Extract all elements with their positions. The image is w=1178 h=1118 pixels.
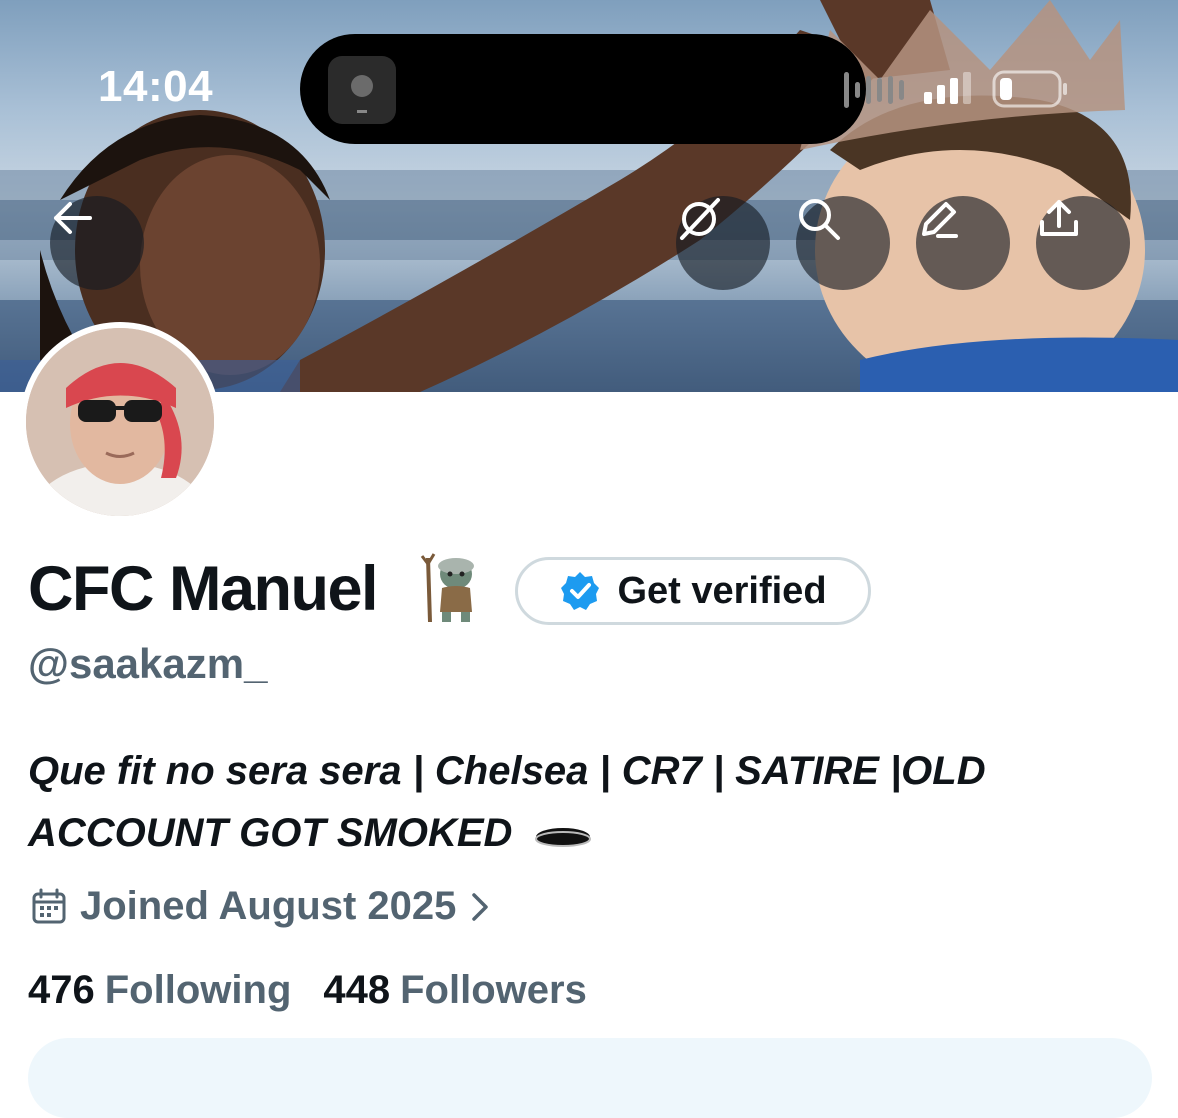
joined-date-row[interactable]: Joined August 2025	[30, 884, 492, 929]
grok-button[interactable]	[676, 196, 770, 290]
promo-card[interactable]	[28, 1038, 1152, 1118]
share-icon	[1040, 200, 1078, 236]
edit-button[interactable]	[916, 196, 1010, 290]
profile-avatar[interactable]	[20, 322, 220, 522]
following-count: 476	[28, 968, 95, 1012]
troll-emoji-icon	[416, 552, 482, 629]
user-handle: @saakazm_	[28, 640, 268, 687]
share-button[interactable]	[1036, 196, 1130, 290]
followers-label: Followers	[400, 968, 587, 1012]
search-button[interactable]	[796, 196, 890, 290]
following-link[interactable]: 476 Following	[28, 968, 291, 1013]
get-verified-button[interactable]: Get verified	[515, 557, 871, 625]
back-arrow-icon	[54, 202, 92, 234]
avatar-image	[26, 328, 214, 516]
joined-date-text: Joined August 2025	[80, 884, 457, 928]
chevron-right-icon	[472, 892, 489, 921]
display-name: CFC Manuel	[28, 554, 379, 624]
status-time: 14:04	[98, 62, 214, 111]
profile-banner[interactable]: 14:04	[0, 0, 1178, 392]
followers-link[interactable]: 448 Followers	[323, 968, 586, 1013]
search-icon	[799, 199, 840, 240]
calendar-icon	[32, 888, 66, 923]
dynamic-island[interactable]	[300, 34, 904, 144]
cellular-signal-icon	[924, 72, 971, 104]
followers-count: 448	[323, 968, 391, 1012]
now-playing-app-icon[interactable]	[328, 56, 396, 124]
follow-stats: 476 Following 448 Followers	[28, 968, 587, 1013]
hole-emoji-icon	[534, 804, 592, 866]
following-label: Following	[104, 968, 292, 1012]
back-button[interactable]	[50, 196, 144, 290]
battery-icon	[992, 70, 1067, 108]
edit-icon	[922, 202, 958, 238]
grok-icon	[680, 198, 720, 240]
bio-text: Que fit no sera sera | Chelsea | CR7 | S…	[28, 749, 986, 855]
profile-bio: Que fit no sera sera | Chelsea | CR7 | S…	[28, 740, 1158, 866]
verified-badge-icon	[561, 572, 600, 610]
get-verified-label: Get verified	[617, 569, 827, 612]
